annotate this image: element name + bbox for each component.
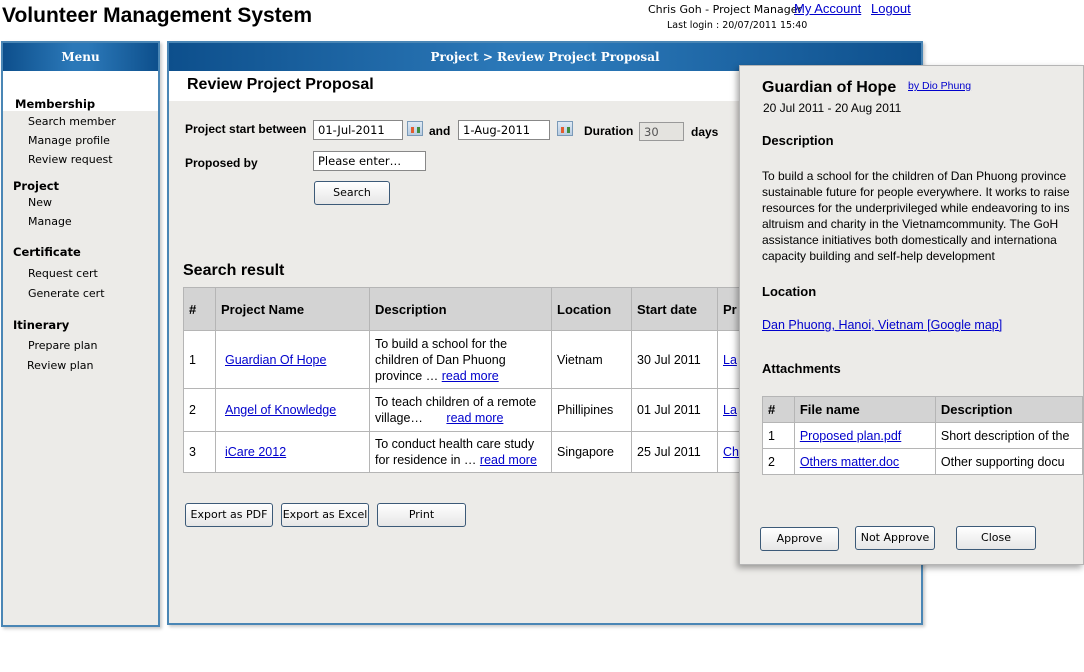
attachment-row: 2 Others matter.doc Other supporting doc… — [762, 448, 1083, 475]
table-row: 3 iCare 2012 To conduct health care stud… — [183, 431, 745, 473]
table-row: 2 Angel of Knowledge To teach children o… — [183, 388, 745, 432]
read-more-link[interactable]: read more — [480, 453, 537, 467]
duration-label: Duration — [584, 124, 634, 138]
sidebar-title: Menu — [3, 43, 158, 71]
description-heading: Description — [762, 133, 834, 148]
row-location: Vietnam — [551, 330, 632, 389]
not-approve-button[interactable]: Not Approve — [855, 526, 935, 550]
start-to-input[interactable]: 1-Aug-2011 — [458, 120, 550, 140]
col-num: # — [183, 287, 216, 331]
col-file-name: File name — [793, 396, 936, 423]
proposer-link[interactable]: Ch — [723, 445, 739, 459]
app-title: Volunteer Management System — [2, 4, 313, 27]
sidebar-item-generate-cert[interactable]: Generate cert — [28, 287, 105, 300]
attachment-description: Short description of the — [934, 422, 1083, 449]
print-button[interactable]: Print — [377, 503, 466, 527]
attachment-num: 1 — [762, 422, 795, 449]
duration-field: 30 — [639, 122, 684, 141]
proposer-link[interactable]: La — [723, 353, 737, 367]
attachment-description: Other supporting docu — [934, 448, 1083, 475]
sidebar-item-manage-profile[interactable]: Manage profile — [28, 134, 110, 147]
sidebar-item-review-request[interactable]: Review request — [28, 153, 113, 166]
export-excel-button[interactable]: Export as Excel — [281, 503, 369, 527]
table-row: 1 Guardian Of Hope To build a school for… — [183, 330, 745, 389]
days-label: days — [691, 125, 719, 139]
row-num: 1 — [183, 330, 216, 389]
my-account-link[interactable]: My Account — [794, 1, 861, 16]
attachment-file-link[interactable]: Others matter.doc — [800, 455, 899, 469]
row-num: 2 — [183, 388, 216, 432]
col-description: Description — [369, 287, 552, 331]
row-location: Phillipines — [551, 388, 632, 432]
description-line: To build a school for the children of Da… — [762, 169, 1067, 183]
sidebar: Menu Membership Search member Manage pro… — [1, 41, 160, 627]
attachment-row: 1 Proposed plan.pdf Short description of… — [762, 422, 1083, 449]
sidebar-item-search-member[interactable]: Search member — [28, 115, 116, 128]
start-between-label: Project start between — [185, 122, 307, 136]
description-line: sustainable future for people everywhere… — [762, 185, 1070, 199]
attachments-header-row: # File name Description — [762, 396, 1083, 423]
proposed-by-input[interactable]: Please enter… — [313, 151, 426, 171]
sidebar-item-manage[interactable]: Manage — [28, 215, 72, 228]
row-num: 3 — [183, 431, 216, 473]
approve-button[interactable]: Approve — [760, 527, 839, 551]
read-more-link[interactable]: read more — [446, 411, 503, 425]
start-from-input[interactable]: 01-Jul-2011 — [313, 120, 403, 140]
col-attach-description: Description — [934, 396, 1083, 423]
project-link[interactable]: Angel of Knowledge — [225, 403, 336, 417]
description-line: assistance initiatives both domestically… — [762, 233, 1057, 247]
author-link[interactable]: by Dio Phung — [908, 80, 971, 92]
attachment-file-link[interactable]: Proposed plan.pdf — [800, 429, 901, 443]
col-project-name: Project Name — [215, 287, 370, 331]
sidebar-group-project: Project — [13, 179, 60, 193]
row-start-date: 30 Jul 2011 — [631, 330, 718, 389]
search-button[interactable]: Search — [314, 181, 390, 205]
attachments-heading: Attachments — [762, 361, 841, 376]
sidebar-item-request-cert[interactable]: Request cert — [28, 267, 98, 280]
proposer-link[interactable]: La — [723, 403, 737, 417]
page-title: Review Project Proposal — [187, 76, 374, 93]
calendar-icon[interactable] — [407, 121, 423, 136]
location-heading: Location — [762, 284, 817, 299]
read-more-link[interactable]: read more — [442, 369, 499, 383]
col-start-date: Start date — [631, 287, 718, 331]
location-link[interactable]: Dan Phuong, Hanoi, Vietnam [Google map] — [762, 318, 1002, 332]
col-location: Location — [551, 287, 632, 331]
row-start-date: 25 Jul 2011 — [631, 431, 718, 473]
close-button[interactable]: Close — [956, 526, 1036, 550]
popup-dates: 20 Jul 2011 - 20 Aug 2011 — [763, 101, 902, 115]
project-detail-popup: Guardian of Hope by Dio Phung 20 Jul 201… — [739, 65, 1084, 565]
results-table: # Project Name Description Location Star… — [183, 287, 745, 473]
popup-description: To build a school for the children of Da… — [762, 168, 1083, 264]
sidebar-item-prepare-plan[interactable]: Prepare plan — [28, 339, 98, 352]
description-line: capacity building and self-help developm… — [762, 249, 995, 263]
table-header-row: # Project Name Description Location Star… — [183, 287, 745, 331]
last-login: Last login : 20/07/2011 15:40 — [667, 20, 808, 31]
project-link[interactable]: iCare 2012 — [225, 445, 286, 459]
row-location: Singapore — [551, 431, 632, 473]
sidebar-item-new[interactable]: New — [28, 196, 52, 209]
calendar-icon[interactable] — [557, 121, 573, 136]
project-link[interactable]: Guardian Of Hope — [225, 353, 326, 367]
description-line: altruism and charity in the Vietnamcommu… — [762, 217, 1059, 231]
col-attach-num: # — [762, 396, 795, 423]
attachment-num: 2 — [762, 448, 795, 475]
search-result-title: Search result — [183, 262, 285, 279]
description-line: resources for the underprivileged while … — [762, 201, 1070, 215]
sidebar-group-membership: Membership — [15, 97, 96, 111]
logout-link[interactable]: Logout — [871, 1, 911, 16]
sidebar-item-review-plan[interactable]: Review plan — [27, 359, 94, 372]
user-info: Chris Goh - Project Manager — [648, 3, 802, 16]
proposed-by-label: Proposed by — [185, 156, 258, 170]
attachments-table: # File name Description 1 Proposed plan.… — [762, 396, 1083, 475]
export-pdf-button[interactable]: Export as PDF — [185, 503, 273, 527]
and-label: and — [429, 124, 451, 138]
popup-title: Guardian of Hope — [762, 79, 897, 96]
row-start-date: 01 Jul 2011 — [631, 388, 718, 432]
sidebar-group-itinerary: Itinerary — [13, 318, 70, 332]
sidebar-group-certificate: Certificate — [13, 245, 81, 259]
